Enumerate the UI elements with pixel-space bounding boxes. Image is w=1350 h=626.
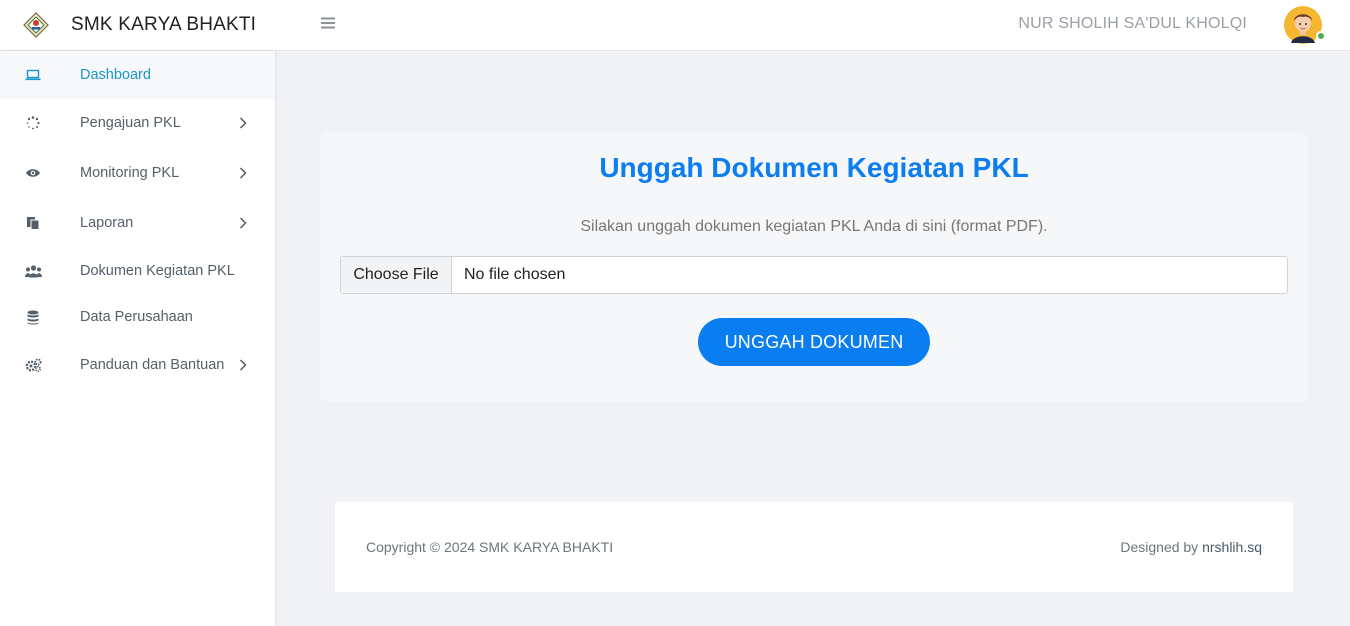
chevron-right-icon: [237, 167, 249, 179]
sidebar-item-label: Laporan: [80, 215, 134, 231]
users-icon: [24, 262, 42, 280]
sidebar-item-dokumen-kegiatan-pkl[interactable]: Dokumen Kegiatan PKL: [0, 247, 275, 295]
menu-toggle-button[interactable]: [318, 14, 338, 36]
database-icon: [24, 308, 42, 326]
sidebar-item-monitoring-pkl[interactable]: Monitoring PKL: [0, 149, 275, 197]
brand-name: SMK KARYA BHAKTI: [71, 14, 257, 35]
brand[interactable]: SMK KARYA BHAKTI: [22, 9, 256, 41]
sidebar-item-label: Panduan dan Bantuan: [80, 357, 225, 373]
sidebar-item-dashboard[interactable]: Dashboard: [0, 51, 275, 99]
designed-by-prefix: Designed by: [1120, 539, 1203, 555]
designer-link[interactable]: nrshlih.sq: [1202, 539, 1262, 555]
copy-icon: [24, 214, 42, 232]
sidebar-item-label: Dashboard: [80, 67, 151, 83]
file-status-text: No file chosen: [464, 266, 566, 283]
sidebar-item-label: Monitoring PKL: [80, 165, 180, 181]
chevron-right-icon: [237, 117, 249, 129]
user-name[interactable]: NUR SHOLIH SA'DUL KHOLQI: [1018, 15, 1247, 33]
upload-instructions: Silakan unggah dokumen kegiatan PKL Anda…: [580, 218, 1048, 235]
chevron-right-icon: [237, 217, 249, 229]
sidebar: Dashboard Pengajuan PKL Monitoring PKL L…: [0, 51, 275, 626]
sidebar-item-data-perusahaan[interactable]: Data Perusahaan: [0, 293, 275, 341]
page-title: Unggah Dokumen Kegiatan PKL: [599, 152, 1029, 183]
cogs-icon: [24, 356, 42, 374]
school-logo-icon: [22, 11, 50, 39]
copyright-text: Copyright © 2024 SMK KARYA BHAKTI: [366, 539, 614, 555]
choose-file-button[interactable]: Choose File: [341, 257, 452, 293]
file-input[interactable]: Choose File No file chosen: [340, 256, 1288, 294]
chevron-right-icon: [237, 359, 249, 371]
designed-by-text: Designed by nrshlih.sq: [1120, 539, 1262, 555]
sidebar-item-label: Data Perusahaan: [80, 309, 193, 325]
eye-icon: [24, 164, 42, 182]
sidebar-item-label: Dokumen Kegiatan PKL: [80, 263, 235, 279]
spinner-icon: [24, 114, 42, 132]
online-status-dot: [1316, 31, 1326, 41]
hamburger-icon: [321, 16, 335, 34]
sidebar-item-panduan-dan-bantuan[interactable]: Panduan dan Bantuan: [0, 341, 275, 389]
upload-document-button[interactable]: UNGGAH DOKUMEN: [698, 318, 930, 366]
sidebar-item-laporan[interactable]: Laporan: [0, 199, 275, 247]
footer: Copyright © 2024 SMK KARYA BHAKTI Design…: [335, 502, 1293, 592]
upload-card: Unggah Dokumen Kegiatan PKL Silakan ungg…: [320, 132, 1308, 402]
sidebar-item-label: Pengajuan PKL: [80, 115, 181, 131]
sidebar-item-pengajuan-pkl[interactable]: Pengajuan PKL: [0, 99, 275, 147]
laptop-icon: [24, 66, 42, 84]
top-navbar: SMK KARYA BHAKTI NUR SHOLIH SA'DUL KHOLQ…: [0, 0, 1350, 51]
